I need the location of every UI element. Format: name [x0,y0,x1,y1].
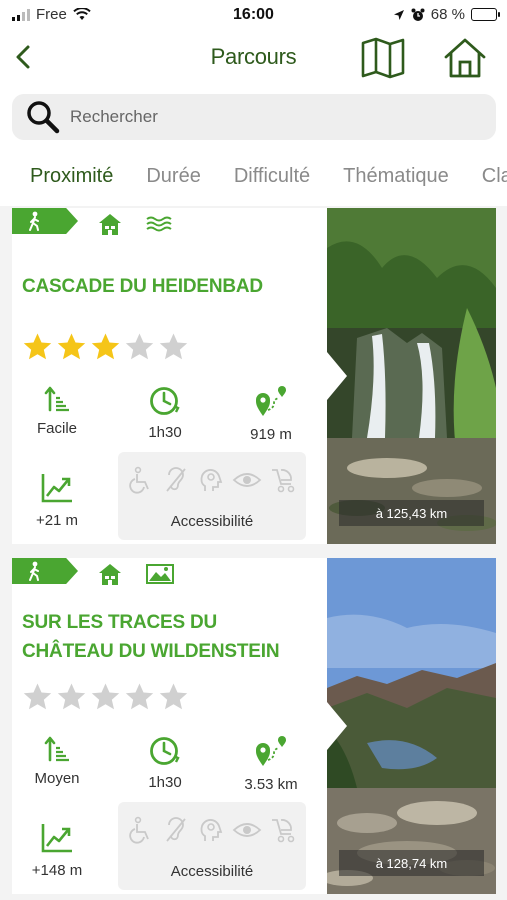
landscape-icon [146,564,174,584]
stroller-icon [271,819,294,843]
difficulty-value: Facile [36,420,77,437]
length-value: 3.53 km [244,776,298,793]
valley-lake-photo [327,558,496,894]
home-icon [444,38,486,78]
distance-badge: à 128,74 km [339,850,484,876]
tab-proximite[interactable]: Proximité [30,165,113,188]
elevation-value: +148 m [31,862,83,879]
route-photo[interactable]: à 125,43 km [327,208,496,544]
water-icon [146,216,172,232]
elevation-icon [41,474,72,503]
search-icon [27,101,60,134]
accessibility-panel[interactable]: Accessibilité [118,802,306,890]
house-icon [99,564,121,585]
hearing-impaired-icon [166,817,186,842]
clock-icon [150,737,180,765]
hiker-icon [29,561,39,581]
sort-tabs: Proximité Durée Difficulté Thématique Cl… [0,148,507,206]
map-button[interactable] [360,37,406,79]
accessibility-label: Accessibilité [170,513,254,530]
duration-value: 1h30 [148,424,182,441]
star-empty-icon [125,333,154,360]
battery-icon [471,8,500,21]
search-bar[interactable] [12,94,496,140]
waterfall-photo [327,208,496,544]
hiker-icon [29,211,39,231]
house-icon [99,214,121,235]
difficulty-value: Moyen [34,770,80,787]
status-bar: Free 16:00 68 % [0,0,507,32]
distance-badge: à 125,43 km [339,500,484,526]
stroller-icon [271,469,294,493]
route-photo[interactable]: à 128,74 km [327,558,496,894]
mental-disability-icon [200,469,223,491]
difficulty-icon [44,386,69,412]
tab-duree[interactable]: Durée [146,165,200,188]
star-empty-icon [23,683,52,710]
star-empty-icon [159,683,188,710]
star-filled-icon [57,333,86,360]
star-filled-icon [23,333,52,360]
star-empty-icon [57,683,86,710]
battery-percent: 68 % [430,6,465,23]
rating-stars [22,682,189,712]
wheelchair-icon [129,466,150,494]
route-card[interactable]: Cascade du Heidenbad Facile 1h30 919 m +… [12,208,496,544]
app-header: Parcours [0,32,507,86]
accessibility-label: Accessibilité [170,863,254,880]
duration-value: 1h30 [148,774,182,791]
visual-impaired-icon [232,823,262,837]
wheelchair-icon [129,816,150,844]
tab-difficulte[interactable]: Difficulté [234,165,310,188]
route-length-icon [256,736,286,766]
alarm-icon [411,8,425,21]
hearing-impaired-icon [166,467,186,492]
star-empty-icon [91,683,120,710]
star-empty-icon [125,683,154,710]
star-filled-icon [91,333,120,360]
hiking-badge [12,208,78,234]
page-title: Parcours [210,44,297,69]
difficulty-icon [44,736,69,762]
length-value: 919 m [250,426,292,443]
elevation-icon [41,824,72,853]
elevation-value: +21 m [35,512,79,529]
route-card[interactable]: Sur les traces du château du Wildenstein… [12,558,496,894]
rating-stars [22,332,189,362]
route-title: Sur les traces du château du Wildenstein [22,612,280,662]
visual-impaired-icon [232,473,262,487]
tab-thematique[interactable]: Thématique [343,165,449,188]
star-empty-icon [159,333,188,360]
hiking-badge [12,558,78,584]
location-arrow-icon [393,9,404,20]
home-button[interactable] [443,37,487,79]
map-icon [361,37,405,79]
tab-classement[interactable]: Classem [482,165,507,188]
search-input[interactable] [70,107,470,127]
route-length-icon [256,386,286,416]
accessibility-panel[interactable]: Accessibilité [118,452,306,540]
clock-icon [150,387,180,415]
route-title: Cascade du Heidenbad [22,276,263,297]
mental-disability-icon [200,819,223,841]
